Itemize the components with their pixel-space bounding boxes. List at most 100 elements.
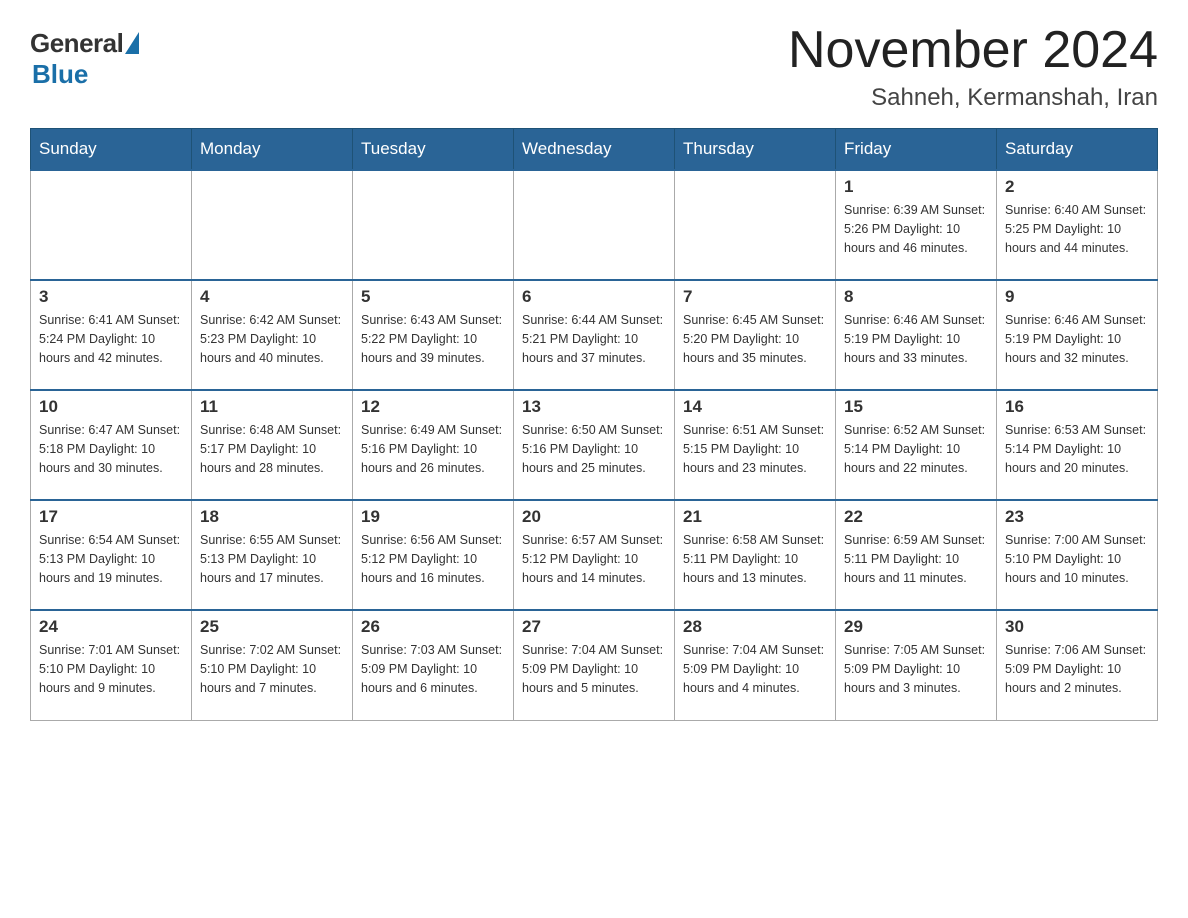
calendar-cell: 7Sunrise: 6:45 AM Sunset: 5:20 PM Daylig… <box>675 280 836 390</box>
header-sunday: Sunday <box>31 129 192 171</box>
week-row-1: 1 Sunrise: 6:39 AM Sunset: 5:26 PM Daylig… <box>31 170 1158 280</box>
day-info: Sunrise: 6:53 AM Sunset: 5:14 PM Dayligh… <box>1005 421 1149 477</box>
day-info: Sunrise: 7:01 AM Sunset: 5:10 PM Dayligh… <box>39 641 183 697</box>
page-header: General Blue November 2024 Sahneh, Kerma… <box>30 20 1158 112</box>
logo-general-text: General <box>30 28 123 59</box>
day-info: Sunrise: 6:47 AM Sunset: 5:18 PM Dayligh… <box>39 421 183 477</box>
calendar-cell: 14 Sunrise: 6:51 AM Sunset: 5:15 PM Dayli… <box>675 390 836 500</box>
day-number: 22 <box>844 507 988 527</box>
day-number: 26 <box>361 617 505 637</box>
title-area: November 2024 Sahneh, Kermanshah, Iran <box>788 20 1158 112</box>
day-info: Sunrise: 6:57 AM Sunset: 5:12 PM Dayligh… <box>522 531 666 587</box>
calendar-cell: 30 Sunrise: 7:06 AM Sunset: 5:09 PM Dayli… <box>997 610 1158 720</box>
header-saturday: Saturday <box>997 129 1158 171</box>
day-info: Sunrise: 6:52 AM Sunset: 5:14 PM Dayligh… <box>844 421 988 477</box>
calendar-cell: 17 Sunrise: 6:54 AM Sunset: 5:13 PM Dayli… <box>31 500 192 610</box>
day-info: Sunrise: 6:39 AM Sunset: 5:26 PM Dayligh… <box>844 201 988 257</box>
calendar-cell: 23Sunrise: 7:00 AM Sunset: 5:10 PM Dayli… <box>997 500 1158 610</box>
day-number: 10 <box>39 397 183 417</box>
calendar-cell: 15Sunrise: 6:52 AM Sunset: 5:14 PM Dayli… <box>836 390 997 500</box>
day-number: 28 <box>683 617 827 637</box>
day-number: 18 <box>200 507 344 527</box>
day-info: Sunrise: 7:02 AM Sunset: 5:10 PM Dayligh… <box>200 641 344 697</box>
calendar-cell <box>514 170 675 280</box>
day-number: 4 <box>200 287 344 307</box>
calendar-cell: 9Sunrise: 6:46 AM Sunset: 5:19 PM Daylig… <box>997 280 1158 390</box>
calendar-cell <box>31 170 192 280</box>
day-number: 29 <box>844 617 988 637</box>
calendar-cell: 4 Sunrise: 6:42 AM Sunset: 5:23 PM Daylig… <box>192 280 353 390</box>
calendar-cell: 21Sunrise: 6:58 AM Sunset: 5:11 PM Dayli… <box>675 500 836 610</box>
header-wednesday: Wednesday <box>514 129 675 171</box>
day-number: 13 <box>522 397 666 417</box>
day-info: Sunrise: 6:48 AM Sunset: 5:17 PM Dayligh… <box>200 421 344 477</box>
day-info: Sunrise: 6:49 AM Sunset: 5:16 PM Dayligh… <box>361 421 505 477</box>
calendar-cell <box>192 170 353 280</box>
calendar-header-row: SundayMondayTuesdayWednesdayThursdayFrid… <box>31 129 1158 171</box>
day-info: Sunrise: 6:58 AM Sunset: 5:11 PM Dayligh… <box>683 531 827 587</box>
calendar-cell <box>675 170 836 280</box>
day-number: 17 <box>39 507 183 527</box>
header-tuesday: Tuesday <box>353 129 514 171</box>
calendar-cell: 24 Sunrise: 7:01 AM Sunset: 5:10 PM Dayli… <box>31 610 192 720</box>
day-info: Sunrise: 7:05 AM Sunset: 5:09 PM Dayligh… <box>844 641 988 697</box>
logo-blue-text: Blue <box>32 59 88 90</box>
calendar-cell: 29 Sunrise: 7:05 AM Sunset: 5:09 PM Dayli… <box>836 610 997 720</box>
calendar-cell: 20 Sunrise: 6:57 AM Sunset: 5:12 PM Dayli… <box>514 500 675 610</box>
calendar-cell: 11 Sunrise: 6:48 AM Sunset: 5:17 PM Dayli… <box>192 390 353 500</box>
day-number: 1 <box>844 177 988 197</box>
day-info: Sunrise: 6:54 AM Sunset: 5:13 PM Dayligh… <box>39 531 183 587</box>
calendar-cell: 5Sunrise: 6:43 AM Sunset: 5:22 PM Daylig… <box>353 280 514 390</box>
day-number: 11 <box>200 397 344 417</box>
day-info: Sunrise: 6:50 AM Sunset: 5:16 PM Dayligh… <box>522 421 666 477</box>
day-number: 3 <box>39 287 183 307</box>
header-friday: Friday <box>836 129 997 171</box>
day-number: 16 <box>1005 397 1149 417</box>
month-title: November 2024 <box>788 20 1158 80</box>
day-number: 24 <box>39 617 183 637</box>
calendar-table: SundayMondayTuesdayWednesdayThursdayFrid… <box>30 128 1158 721</box>
day-info: Sunrise: 6:51 AM Sunset: 5:15 PM Dayligh… <box>683 421 827 477</box>
logo-triangle-icon <box>125 32 139 54</box>
day-number: 2 <box>1005 177 1149 197</box>
calendar-cell: 2 Sunrise: 6:40 AM Sunset: 5:25 PM Daylig… <box>997 170 1158 280</box>
day-info: Sunrise: 6:59 AM Sunset: 5:11 PM Dayligh… <box>844 531 988 587</box>
calendar-cell: 6Sunrise: 6:44 AM Sunset: 5:21 PM Daylig… <box>514 280 675 390</box>
calendar-cell: 27 Sunrise: 7:04 AM Sunset: 5:09 PM Dayli… <box>514 610 675 720</box>
day-info: Sunrise: 6:46 AM Sunset: 5:19 PM Dayligh… <box>1005 311 1149 367</box>
day-info: Sunrise: 6:40 AM Sunset: 5:25 PM Dayligh… <box>1005 201 1149 257</box>
calendar-cell: 8 Sunrise: 6:46 AM Sunset: 5:19 PM Daylig… <box>836 280 997 390</box>
week-row-4: 17 Sunrise: 6:54 AM Sunset: 5:13 PM Dayli… <box>31 500 1158 610</box>
calendar-cell <box>353 170 514 280</box>
calendar-cell: 19 Sunrise: 6:56 AM Sunset: 5:12 PM Dayli… <box>353 500 514 610</box>
week-row-3: 10 Sunrise: 6:47 AM Sunset: 5:18 PM Dayli… <box>31 390 1158 500</box>
day-info: Sunrise: 6:44 AM Sunset: 5:21 PM Dayligh… <box>522 311 666 367</box>
day-number: 20 <box>522 507 666 527</box>
calendar-cell: 18Sunrise: 6:55 AM Sunset: 5:13 PM Dayli… <box>192 500 353 610</box>
calendar-cell: 12Sunrise: 6:49 AM Sunset: 5:16 PM Dayli… <box>353 390 514 500</box>
day-info: Sunrise: 6:46 AM Sunset: 5:19 PM Dayligh… <box>844 311 988 367</box>
location: Sahneh, Kermanshah, Iran <box>788 84 1158 112</box>
calendar-cell: 16 Sunrise: 6:53 AM Sunset: 5:14 PM Dayli… <box>997 390 1158 500</box>
calendar-cell: 13 Sunrise: 6:50 AM Sunset: 5:16 PM Dayli… <box>514 390 675 500</box>
day-info: Sunrise: 6:56 AM Sunset: 5:12 PM Dayligh… <box>361 531 505 587</box>
day-info: Sunrise: 7:06 AM Sunset: 5:09 PM Dayligh… <box>1005 641 1149 697</box>
calendar-cell: 10 Sunrise: 6:47 AM Sunset: 5:18 PM Dayli… <box>31 390 192 500</box>
week-row-5: 24 Sunrise: 7:01 AM Sunset: 5:10 PM Dayli… <box>31 610 1158 720</box>
day-number: 8 <box>844 287 988 307</box>
day-info: Sunrise: 6:42 AM Sunset: 5:23 PM Dayligh… <box>200 311 344 367</box>
calendar-cell: 3Sunrise: 6:41 AM Sunset: 5:24 PM Daylig… <box>31 280 192 390</box>
day-number: 14 <box>683 397 827 417</box>
day-number: 30 <box>1005 617 1149 637</box>
day-number: 25 <box>200 617 344 637</box>
day-number: 19 <box>361 507 505 527</box>
day-info: Sunrise: 7:04 AM Sunset: 5:09 PM Dayligh… <box>683 641 827 697</box>
day-info: Sunrise: 7:03 AM Sunset: 5:09 PM Dayligh… <box>361 641 505 697</box>
day-number: 27 <box>522 617 666 637</box>
day-info: Sunrise: 7:04 AM Sunset: 5:09 PM Dayligh… <box>522 641 666 697</box>
calendar-cell: 1 Sunrise: 6:39 AM Sunset: 5:26 PM Daylig… <box>836 170 997 280</box>
day-info: Sunrise: 7:00 AM Sunset: 5:10 PM Dayligh… <box>1005 531 1149 587</box>
day-number: 5 <box>361 287 505 307</box>
calendar-cell: 22 Sunrise: 6:59 AM Sunset: 5:11 PM Dayli… <box>836 500 997 610</box>
week-row-2: 3Sunrise: 6:41 AM Sunset: 5:24 PM Daylig… <box>31 280 1158 390</box>
